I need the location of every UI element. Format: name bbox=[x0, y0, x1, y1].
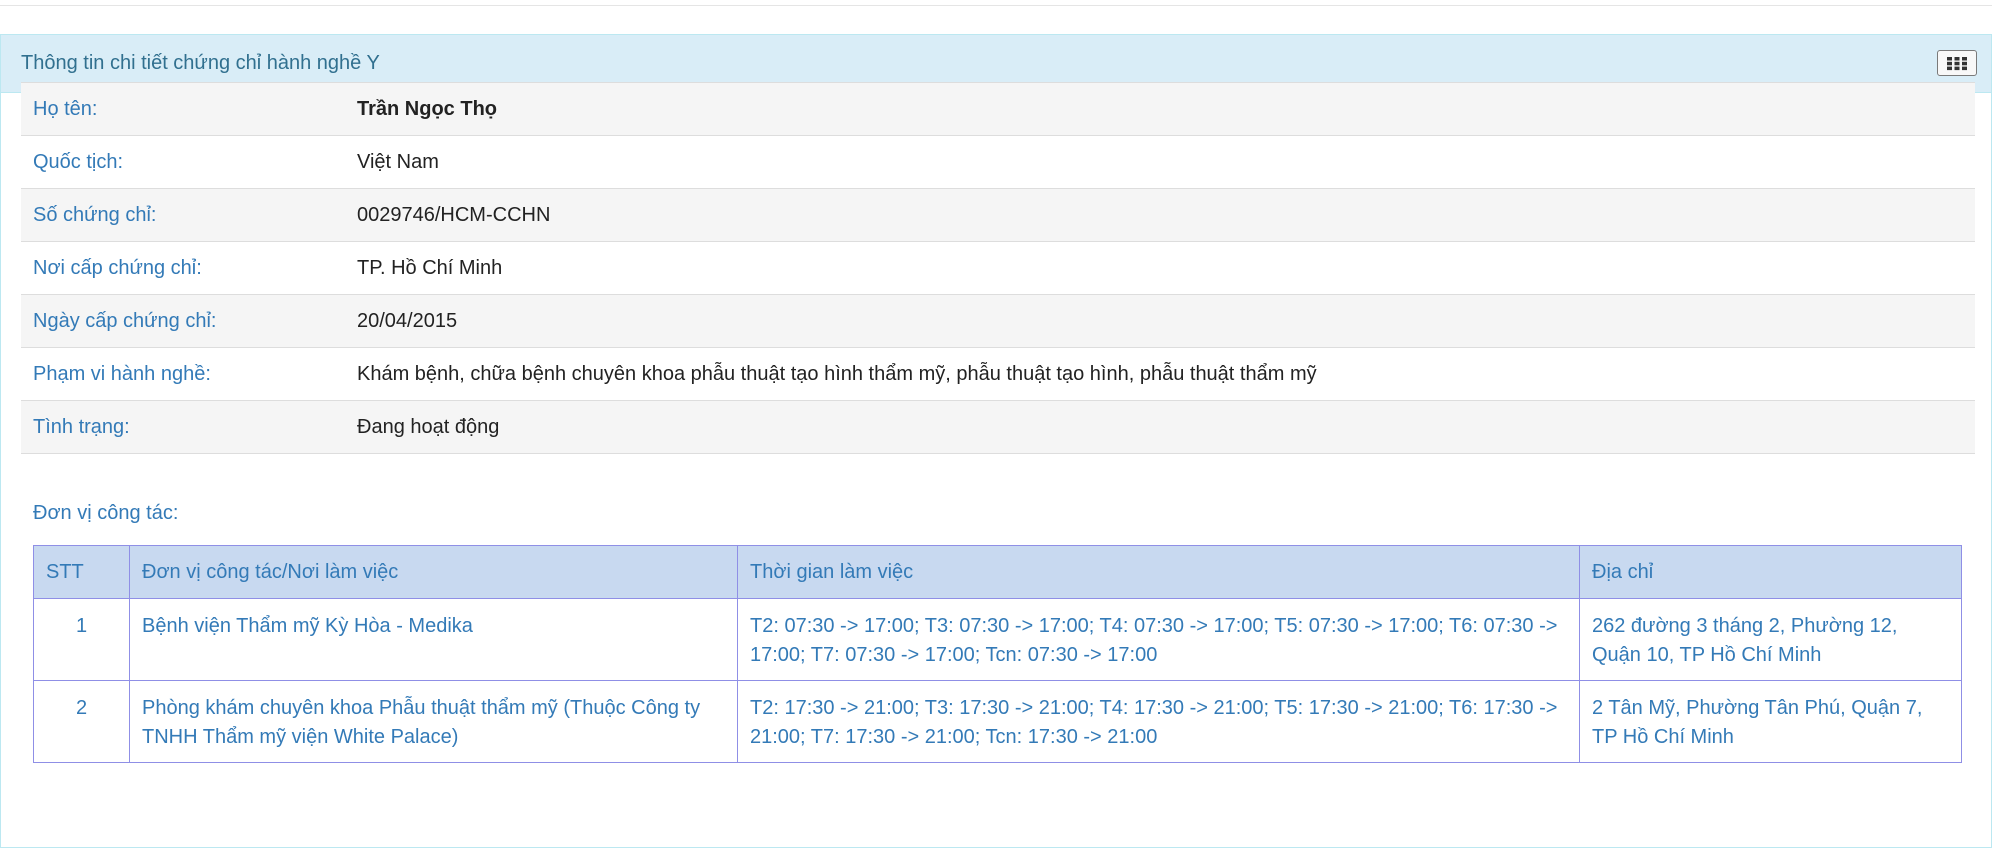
cell-address: 262 đường 3 tháng 2, Phường 12, Quận 10,… bbox=[1579, 598, 1962, 681]
info-value-issue-date: 20/04/2015 bbox=[345, 294, 1975, 348]
info-label: Họ tên: bbox=[21, 82, 345, 136]
cell-stt: 2 bbox=[33, 680, 130, 763]
info-row-issue-place: Nơi cấp chứng chỉ: TP. Hồ Chí Minh bbox=[21, 241, 1975, 295]
grid-icon bbox=[1947, 56, 1967, 70]
certificate-info-table: Họ tên: Trần Ngọc Thọ Quốc tịch: Việt Na… bbox=[21, 82, 1975, 454]
table-row: 2 Phòng khám chuyên khoa Phẫu thuật thẩm… bbox=[33, 680, 1962, 763]
work-units-label: Đơn vị công tác: bbox=[33, 502, 179, 524]
cell-time: T2: 07:30 -> 17:00; T3: 07:30 -> 17:00; … bbox=[737, 598, 1580, 681]
info-value-name: Trần Ngọc Thọ bbox=[345, 82, 1975, 136]
table-header-row: STT Đơn vị công tác/Nơi làm việc Thời gi… bbox=[33, 545, 1962, 599]
info-row-nationality: Quốc tịch: Việt Nam bbox=[21, 135, 1975, 189]
info-row-scope: Phạm vi hành nghề: Khám bệnh, chữa bệnh … bbox=[21, 347, 1975, 401]
table-row: 1 Bệnh viện Thẩm mỹ Kỳ Hòa - Medika T2: … bbox=[33, 598, 1962, 681]
cell-address: 2 Tân Mỹ, Phường Tân Phú, Quận 7, TP Hồ … bbox=[1579, 680, 1962, 763]
info-row-issue-date: Ngày cấp chứng chỉ: 20/04/2015 bbox=[21, 294, 1975, 348]
info-value-certificate-number: 0029746/HCM-CCHN bbox=[345, 188, 1975, 242]
column-header-time: Thời gian làm việc bbox=[737, 545, 1580, 599]
info-row-certificate-number: Số chứng chỉ: 0029746/HCM-CCHN bbox=[21, 188, 1975, 242]
work-units-table: STT Đơn vị công tác/Nơi làm việc Thời gi… bbox=[33, 545, 1962, 763]
cell-unit: Bệnh viện Thẩm mỹ Kỳ Hòa - Medika bbox=[129, 598, 738, 681]
column-header-unit: Đơn vị công tác/Nơi làm việc bbox=[129, 545, 738, 599]
info-label: Số chứng chỉ: bbox=[21, 188, 345, 242]
column-header-stt: STT bbox=[33, 545, 130, 599]
info-label: Quốc tịch: bbox=[21, 135, 345, 189]
info-value-nationality: Việt Nam bbox=[345, 135, 1975, 189]
column-header-address: Địa chỉ bbox=[1579, 545, 1962, 599]
info-row-name: Họ tên: Trần Ngọc Thọ bbox=[21, 82, 1975, 136]
info-value-scope: Khám bệnh, chữa bệnh chuyên khoa phẫu th… bbox=[345, 347, 1975, 401]
grid-view-button[interactable] bbox=[1937, 50, 1977, 76]
cell-unit: Phòng khám chuyên khoa Phẫu thuật thẩm m… bbox=[129, 680, 738, 763]
info-label: Ngày cấp chứng chỉ: bbox=[21, 294, 345, 348]
info-row-status: Tình trạng: Đang hoạt động bbox=[21, 400, 1975, 454]
cell-time: T2: 17:30 -> 21:00; T3: 17:30 -> 21:00; … bbox=[737, 680, 1580, 763]
panel-title: Thông tin chi tiết chứng chỉ hành nghề Y bbox=[21, 52, 380, 74]
info-value-status: Đang hoạt động bbox=[345, 400, 1975, 454]
info-value-issue-place: TP. Hồ Chí Minh bbox=[345, 241, 1975, 295]
cell-stt: 1 bbox=[33, 598, 130, 681]
info-label: Tình trạng: bbox=[21, 400, 345, 454]
info-label: Phạm vi hành nghề: bbox=[21, 347, 345, 401]
top-divider bbox=[0, 0, 1992, 6]
info-label: Nơi cấp chứng chỉ: bbox=[21, 241, 345, 295]
